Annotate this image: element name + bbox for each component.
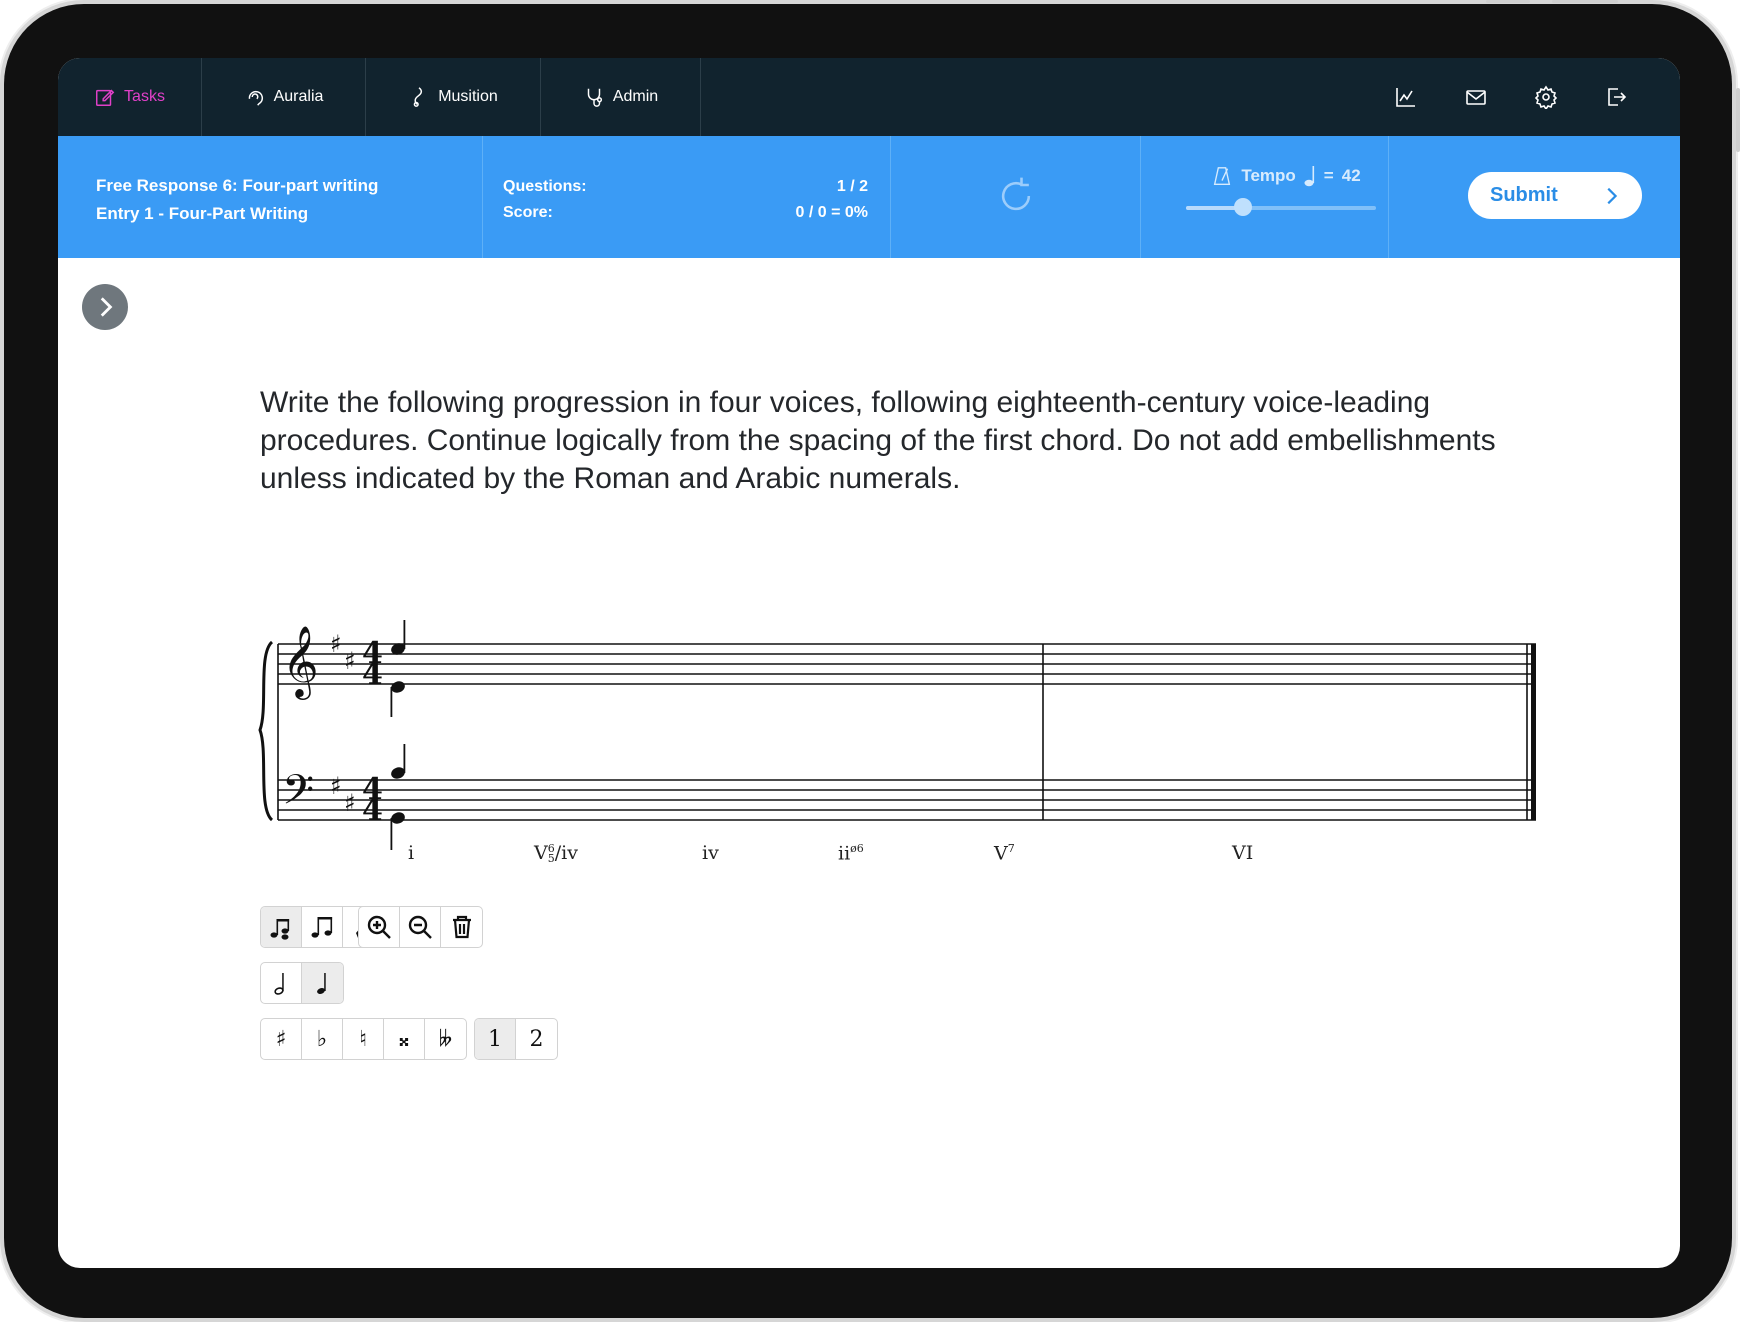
trash-icon [452, 915, 471, 939]
zoom-out-icon [408, 915, 432, 939]
tempo-readout: Tempo = 42 [1186, 164, 1386, 188]
nav-actions [1394, 58, 1680, 136]
hardware-button [1486, 0, 1530, 3]
quarter-note-icon [316, 973, 326, 994]
instruction-text: Write the following progression in four … [260, 386, 1496, 495]
treble-clef: 𝄞 [282, 624, 319, 700]
divider [1388, 136, 1389, 258]
half-note-icon [274, 973, 284, 995]
time-signature: 4 [362, 793, 383, 828]
chevron-right-icon [1607, 187, 1618, 204]
zoom-in-button[interactable] [359, 907, 400, 947]
accidental-toolbar: ♯ ♭ ♮ 𝄪 𝄫 [260, 1018, 467, 1060]
tempo-control: Tempo = 42 [1186, 164, 1386, 216]
duration-toolbar [260, 962, 344, 1004]
replay-icon[interactable] [994, 174, 1038, 218]
note-stem [403, 744, 406, 773]
chord-symbol: iv [702, 842, 719, 864]
chord-symbol: i [408, 842, 415, 864]
delete-button[interactable] [441, 907, 482, 947]
screen: Tasks Auralia Musition Admin Free Respon… [58, 58, 1680, 1268]
divider [890, 136, 891, 258]
hardware-button [1736, 88, 1740, 152]
tab-label: Admin [612, 88, 659, 105]
key-sharp: ♯ [330, 630, 342, 658]
top-navigation: Tasks Auralia Musition Admin [58, 58, 1680, 136]
tempo-label: Tempo [1241, 166, 1296, 185]
note-stem [403, 620, 406, 649]
tab-admin[interactable]: Admin [541, 58, 701, 136]
task-header: Free Response 6: Four-part writing Entry… [58, 136, 1680, 258]
tempo-equals: = [1323, 166, 1334, 185]
double-sharp-button[interactable]: 𝄪 [384, 1019, 425, 1059]
final-barline-thick [1531, 644, 1536, 820]
score-label: Score: [503, 204, 553, 221]
tempo-value: 42 [1341, 166, 1361, 185]
metronome-icon [1214, 167, 1231, 185]
tempo-slider-thumb[interactable] [1234, 198, 1252, 216]
chevron-right-icon [100, 297, 113, 317]
auralia-icon [248, 90, 263, 106]
tab-label: Auralia [273, 88, 324, 105]
voice-1-button[interactable]: 1 [475, 1019, 516, 1059]
task-title-line2: Entry 1 - Four-Part Writing [96, 204, 309, 223]
bass-clef: 𝄢 [282, 766, 314, 824]
musition-icon [413, 87, 423, 107]
key-sharp: ♯ [344, 789, 356, 817]
tab-musition[interactable]: Musition [366, 58, 541, 136]
roman-numeral-row: i V 6 5/iv iv iiø6 V7 VI [58, 836, 1680, 876]
view-toolbar [358, 906, 483, 948]
music-score[interactable]: 𝄞 𝄢 ♯ ♯ ♯ ♯ 4 4 4 4 [256, 558, 1546, 868]
voices-tool-button[interactable] [261, 907, 302, 947]
quarter-note-icon [1304, 166, 1314, 187]
double-flat-button[interactable]: 𝄫 [425, 1019, 466, 1059]
tab-label: Musition [438, 88, 498, 105]
note-icon [311, 917, 333, 938]
staff-brace [258, 640, 274, 822]
natural-button[interactable]: ♮ [343, 1019, 384, 1059]
note-stem [390, 687, 393, 717]
tab-tasks[interactable]: Tasks [58, 58, 202, 136]
chord-symbol: V7 [994, 842, 1015, 865]
key-sharp: ♯ [330, 772, 342, 800]
chord-symbol: VI [1232, 842, 1254, 864]
quarter-note-button[interactable] [302, 963, 343, 1003]
divider [1140, 136, 1141, 258]
time-signature: 4 [362, 657, 383, 692]
treble-staff [278, 643, 1536, 685]
sharp-button[interactable]: ♯ [261, 1019, 302, 1059]
flat-button[interactable]: ♭ [302, 1019, 343, 1059]
tab-label: Tasks [124, 88, 165, 105]
voices-icon [270, 919, 290, 940]
edit-icon [96, 89, 115, 106]
score-value: 0 / 0 = 0% [795, 204, 869, 221]
note-tool-button[interactable] [302, 907, 343, 947]
voice-2-button[interactable]: 2 [516, 1019, 557, 1059]
submit-button[interactable]: Submit [1468, 172, 1642, 219]
questions-label: Questions: [503, 178, 587, 195]
voice-toolbar: 1 2 [474, 1018, 558, 1060]
chord-symbol: iiø6 [838, 842, 864, 865]
task-title: Free Response 6: Four-part writing Entry… [96, 172, 378, 228]
chord-symbol: V 6 5/iv [534, 842, 578, 865]
zoom-in-icon [367, 915, 391, 939]
questions-value: 1 / 2 [836, 178, 868, 195]
mail-icon[interactable] [1464, 85, 1488, 109]
gear-icon[interactable] [1534, 85, 1558, 109]
admin-icon [587, 88, 602, 107]
submit-label: Submit [1490, 184, 1558, 206]
divider [482, 136, 483, 258]
tab-auralia[interactable]: Auralia [202, 58, 366, 136]
sidebar-toggle-button[interactable] [82, 284, 128, 330]
task-title-line1: Free Response 6: Four-part writing [96, 176, 379, 195]
zoom-out-button[interactable] [400, 907, 441, 947]
chart-icon[interactable] [1394, 85, 1418, 109]
question-score-panel: Questions: 1 / 2 Score: 0 / 0 = 0% [503, 174, 868, 226]
bass-staff [278, 779, 1536, 821]
half-note-button[interactable] [261, 963, 302, 1003]
tempo-slider[interactable] [1186, 198, 1376, 216]
key-sharp: ♯ [344, 647, 356, 675]
logout-icon[interactable] [1604, 85, 1628, 109]
hardware-button [1552, 0, 1618, 3]
